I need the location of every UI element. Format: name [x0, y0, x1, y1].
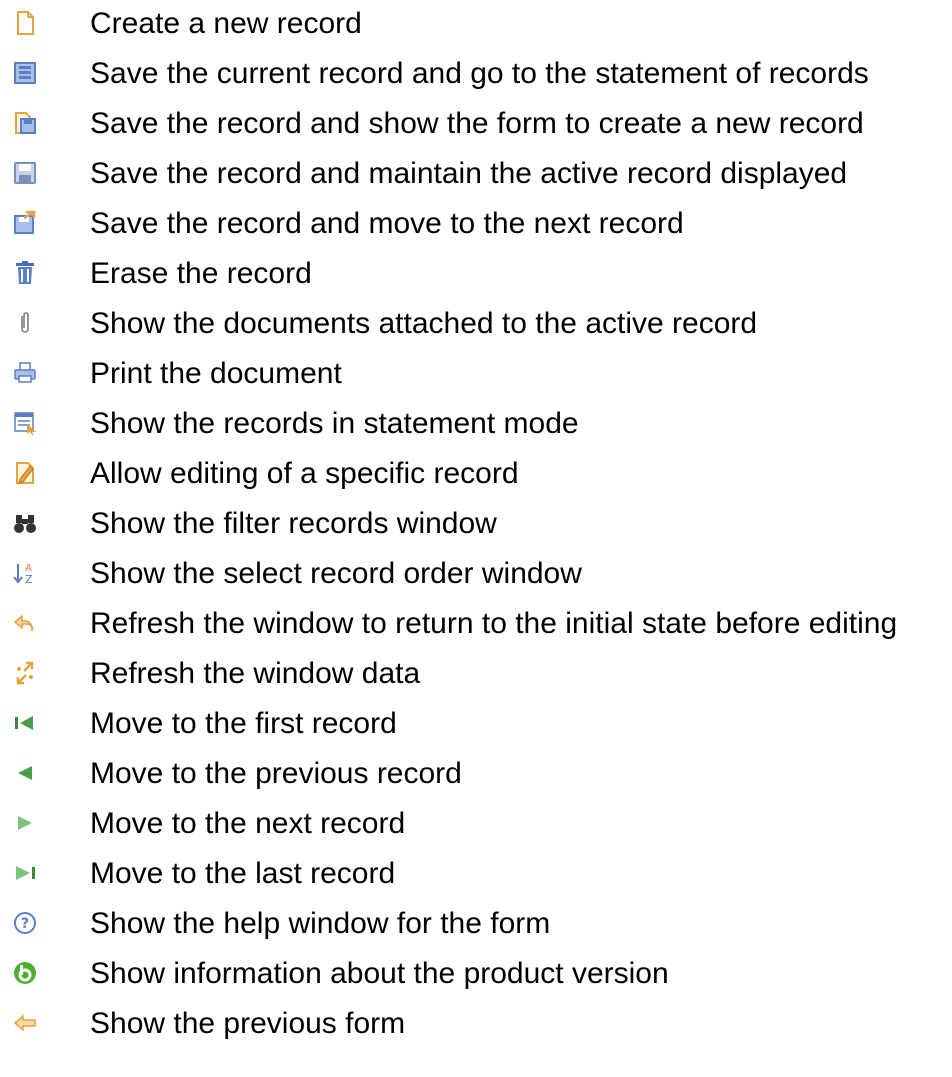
legend-item-label: Save the record and maintain the active … — [90, 157, 848, 190]
last-record-icon — [10, 858, 40, 888]
legend-item-filter: Show the filter records window — [0, 504, 952, 544]
legend-item-label: Show the records in statement mode — [90, 407, 579, 440]
legend-item-statement-mode: Show the records in statement mode — [0, 404, 952, 444]
sort-order-icon: AZ — [10, 558, 40, 588]
paperclip-icon — [10, 308, 40, 338]
printer-icon — [10, 358, 40, 388]
legend-item-label: Show the previous form — [90, 1007, 406, 1040]
legend-item-last-record: Move to the last record — [0, 854, 952, 894]
back-arrow-icon — [10, 1008, 40, 1038]
legend-item-sort-order: AZ Show the select record order window — [0, 554, 952, 594]
legend-item-save-and-next: Save the record and move to the next rec… — [0, 204, 952, 244]
legend-item-save-and-new: Save the record and show the form to cre… — [0, 104, 952, 144]
binoculars-icon — [10, 508, 40, 538]
legend-item-edit-record: Allow editing of a specific record — [0, 454, 952, 494]
legend-item-new-record: Create a new record — [0, 4, 952, 44]
undo-icon — [10, 608, 40, 638]
legend-item-label: Save the current record and go to the st… — [90, 57, 869, 90]
edit-record-icon — [10, 458, 40, 488]
legend-item-previous-form: Show the previous form — [0, 1004, 952, 1044]
legend-item-undo: Refresh the window to return to the init… — [0, 604, 952, 644]
legend-item-label: Save the record and show the form to cre… — [90, 107, 864, 140]
statement-mode-icon — [10, 408, 40, 438]
legend-item-label: Show the filter records window — [90, 507, 497, 540]
product-info-icon — [10, 958, 40, 988]
legend-item-label: Refresh the window data — [90, 657, 421, 690]
save-and-new-icon — [10, 108, 40, 138]
legend-item-label: Show the documents attached to the activ… — [90, 307, 758, 340]
new-record-icon — [10, 8, 40, 38]
legend-item-label: Allow editing of a specific record — [90, 457, 519, 490]
refresh-icon — [10, 658, 40, 688]
legend-item-label: Show the select record order window — [90, 557, 582, 590]
legend-item-label: Move to the previous record — [90, 757, 462, 790]
first-record-icon — [10, 708, 40, 738]
next-record-icon — [10, 808, 40, 838]
legend-item-attachments: Show the documents attached to the activ… — [0, 304, 952, 344]
legend-item-label: Save the record and move to the next rec… — [90, 207, 684, 240]
legend-item-save-and-list: Save the current record and go to the st… — [0, 54, 952, 94]
legend-item-print: Print the document — [0, 354, 952, 394]
svg-text:Z: Z — [25, 573, 33, 586]
legend-item-label: Refresh the window to return to the init… — [90, 607, 898, 640]
legend-item-label: Show the help window for the form — [90, 907, 551, 940]
trash-icon — [10, 258, 40, 288]
previous-record-icon — [10, 758, 40, 788]
save-icon — [10, 158, 40, 188]
legend-item-refresh: Refresh the window data — [0, 654, 952, 694]
legend-item-label: Move to the first record — [90, 707, 397, 740]
svg-text:?: ? — [21, 916, 29, 932]
legend-item-label: Erase the record — [90, 257, 312, 290]
legend-item-product-info: Show information about the product versi… — [0, 954, 952, 994]
legend-item-label: Move to the last record — [90, 857, 396, 890]
help-icon: ? — [10, 908, 40, 938]
legend-item-label: Show information about the product versi… — [90, 957, 669, 990]
legend-item-label: Print the document — [90, 357, 342, 390]
save-and-list-icon — [10, 58, 40, 88]
legend-item-next-record: Move to the next record — [0, 804, 952, 844]
legend-item-help: ? Show the help window for the form — [0, 904, 952, 944]
legend-item-previous-record: Move to the previous record — [0, 754, 952, 794]
save-and-next-icon — [10, 208, 40, 238]
legend-item-label: Create a new record — [90, 7, 362, 40]
legend-item-label: Move to the next record — [90, 807, 406, 840]
legend-item-save: Save the record and maintain the active … — [0, 154, 952, 194]
legend-item-first-record: Move to the first record — [0, 704, 952, 744]
legend-item-erase: Erase the record — [0, 254, 952, 294]
